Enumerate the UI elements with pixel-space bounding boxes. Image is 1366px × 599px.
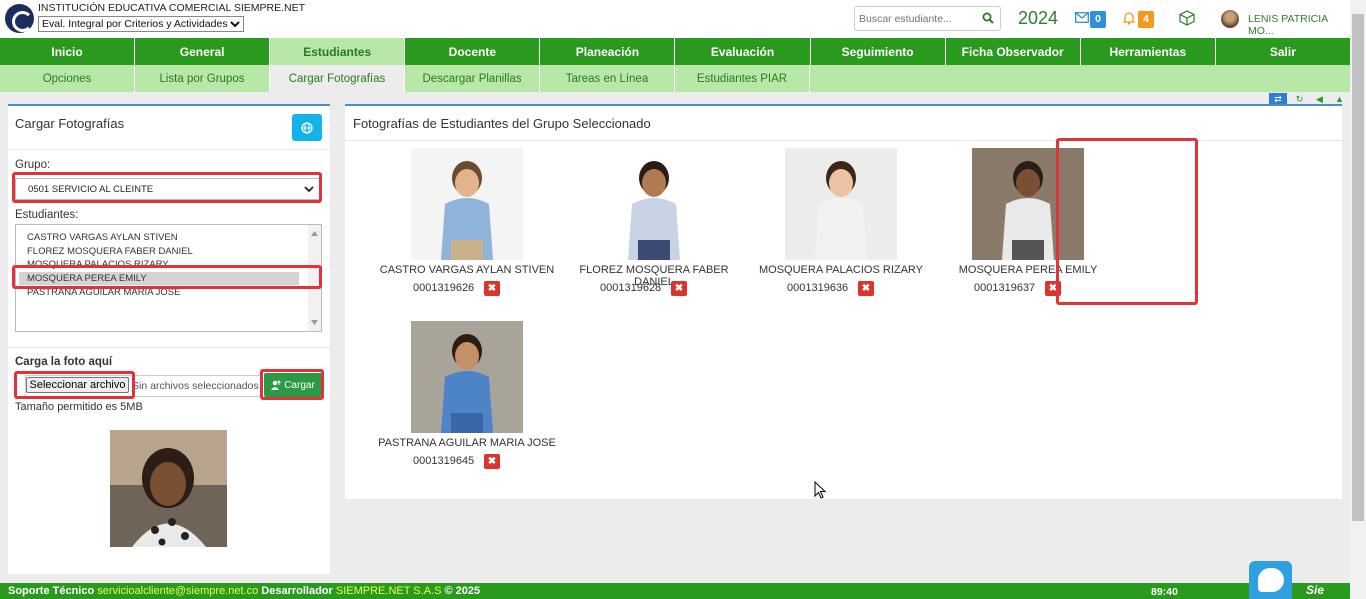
student-code: 0001319645 xyxy=(413,455,475,467)
scrollbar-thumb[interactable] xyxy=(1352,14,1364,521)
list-item[interactable]: CASTRO VARGAS AYLAN STIVEN xyxy=(19,231,299,244)
nav-item-docente[interactable]: Docente xyxy=(405,38,541,65)
upload-button-highlight xyxy=(260,369,324,400)
notifications-badge[interactable]: 4 xyxy=(1138,11,1154,28)
divider xyxy=(8,149,330,150)
student-photo xyxy=(598,148,710,260)
copyright: © 2025 xyxy=(444,585,481,597)
cube-icon[interactable] xyxy=(1179,10,1195,26)
selected-student-highlight xyxy=(12,265,322,289)
bell-icon[interactable] xyxy=(1123,11,1135,25)
student-photo xyxy=(411,148,523,260)
nav-item-general[interactable]: General xyxy=(135,38,271,65)
user-name[interactable]: LENIS PATRICIA MO... xyxy=(1248,13,1350,37)
scroll-down-icon[interactable] xyxy=(311,320,318,325)
search-icon[interactable] xyxy=(982,12,994,24)
evaluation-type-select[interactable]: Eval. Integral por Criterios y Actividad… xyxy=(38,16,244,32)
support-email[interactable]: servicioalcliente@siempre.net.co xyxy=(97,585,258,597)
delete-photo-button[interactable]: ✖ xyxy=(858,281,874,296)
nav-item-herramientas[interactable]: Herramientas xyxy=(1081,38,1216,65)
student-code: 0001319636 xyxy=(787,282,849,294)
sub-navigation: Opciones Lista por Grupos Cargar Fotografí… xyxy=(0,65,1350,92)
nav-item-seguimiento[interactable]: Seguimiento xyxy=(811,38,946,65)
scroll-up-icon[interactable] xyxy=(311,231,318,236)
photo-preview xyxy=(110,430,227,547)
nav-item-salir[interactable]: Salir xyxy=(1216,38,1350,65)
student-name: PASTRANA AGUILAR MARIA JOSE xyxy=(378,437,556,449)
file-status: Sin archivos seleccionados xyxy=(132,380,259,392)
support-label: Soporte Técnico xyxy=(8,585,95,597)
developer-name[interactable]: SIEMPRE.NET S.A.S xyxy=(336,585,442,597)
delete-photo-button[interactable]: ✖ xyxy=(671,281,687,296)
institution-logo-icon xyxy=(5,4,34,33)
top-header: INSTITUCIÓN EDUCATIVA COMERCIAL SIEMPRE.… xyxy=(0,0,1350,38)
panel-title: Cargar Fotografías xyxy=(15,116,125,131)
user-avatar[interactable] xyxy=(1221,10,1239,28)
nav-item-evaluaci-n[interactable]: Evaluación xyxy=(675,38,811,65)
grupo-label: Grupo: xyxy=(15,159,51,171)
chat-button[interactable] xyxy=(1249,561,1292,599)
nav-item-ficha-observador[interactable]: Ficha Observador xyxy=(946,38,1081,65)
nav-item-inicio[interactable]: Inicio xyxy=(0,38,136,65)
student-photo xyxy=(785,148,897,260)
developer-label: Desarrollador xyxy=(261,585,333,597)
student-photos-panel: Fotografías de Estudiantes del Grupo Sel… xyxy=(345,104,1342,499)
session-timer: 89:40 xyxy=(1151,586,1178,598)
grupo-highlight xyxy=(12,172,322,203)
list-item[interactable]: FLOREZ MOSQUERA FABER DANIEL xyxy=(19,245,299,258)
student-code: 0001319637 xyxy=(974,282,1036,294)
file-button-highlight xyxy=(14,371,135,399)
subnav-item-tareas-en-l-nea[interactable]: Tareas en Línea xyxy=(540,65,675,92)
student-name: MOSQUERA PALACIOS RIZARY xyxy=(758,264,924,276)
upload-label: Carga la foto aquí xyxy=(15,356,113,368)
globe-icon xyxy=(301,121,313,134)
institution-name: INSTITUCIÓN EDUCATIVA COMERCIAL SIEMPRE.… xyxy=(38,2,306,14)
subnav-item-lista-por-grupos[interactable]: Lista por Grupos xyxy=(135,65,270,92)
subnav-item-cargar-fotograf-as[interactable]: Cargar Fotografías xyxy=(270,65,405,92)
panel-title: Fotografías de Estudiantes del Grupo Sel… xyxy=(353,116,651,131)
delete-photo-button[interactable]: ✖ xyxy=(484,454,500,469)
selected-photo-highlight xyxy=(1056,138,1198,305)
nav-item-planeaci-n[interactable]: Planeación xyxy=(540,38,676,65)
student-code: 0001319626 xyxy=(413,282,475,294)
globe-button[interactable] xyxy=(292,114,322,141)
delete-photo-button[interactable]: ✖ xyxy=(484,281,500,296)
student-code: 0001319628 xyxy=(600,282,662,294)
footer: Soporte Técnico servicioalcliente@siempr… xyxy=(0,583,1350,599)
student-search xyxy=(854,6,1001,31)
estudiantes-label: Estudiantes: xyxy=(15,209,79,221)
chat-icon xyxy=(1257,568,1284,592)
messages-badge[interactable]: 0 xyxy=(1090,11,1106,28)
subnav-item-descargar-planillas[interactable]: Descargar Planillas xyxy=(405,65,540,92)
student-name: CASTRO VARGAS AYLAN STIVEN xyxy=(379,264,555,276)
student-photo xyxy=(411,321,523,433)
mouse-cursor-icon xyxy=(814,481,827,499)
divider xyxy=(8,347,330,348)
main-navigation: Inicio General Estudiantes Docente Planeació… xyxy=(0,38,1350,65)
school-year: 2024 xyxy=(1018,8,1059,28)
evaluation-type-value: Eval. Integral por Criterios y Actividad… xyxy=(42,18,228,30)
brand-logo: Sie xyxy=(1306,583,1325,597)
size-note: Tamaño permitido es 5MB xyxy=(15,401,143,413)
mail-icon[interactable] xyxy=(1075,12,1089,23)
nav-item-estudiantes[interactable]: Estudiantes xyxy=(270,38,406,65)
subnav-item-opciones[interactable]: Opciones xyxy=(0,65,135,92)
subnav-item-estudiantes-piar[interactable]: Estudiantes PIAR xyxy=(675,65,810,92)
upload-photos-panel: Cargar Fotografías Grupo: 0501 SERVICIO … xyxy=(8,104,330,574)
chevron-down-icon xyxy=(230,21,240,28)
student-search-input[interactable] xyxy=(855,7,975,30)
page-scrollbar[interactable] xyxy=(1350,0,1366,599)
